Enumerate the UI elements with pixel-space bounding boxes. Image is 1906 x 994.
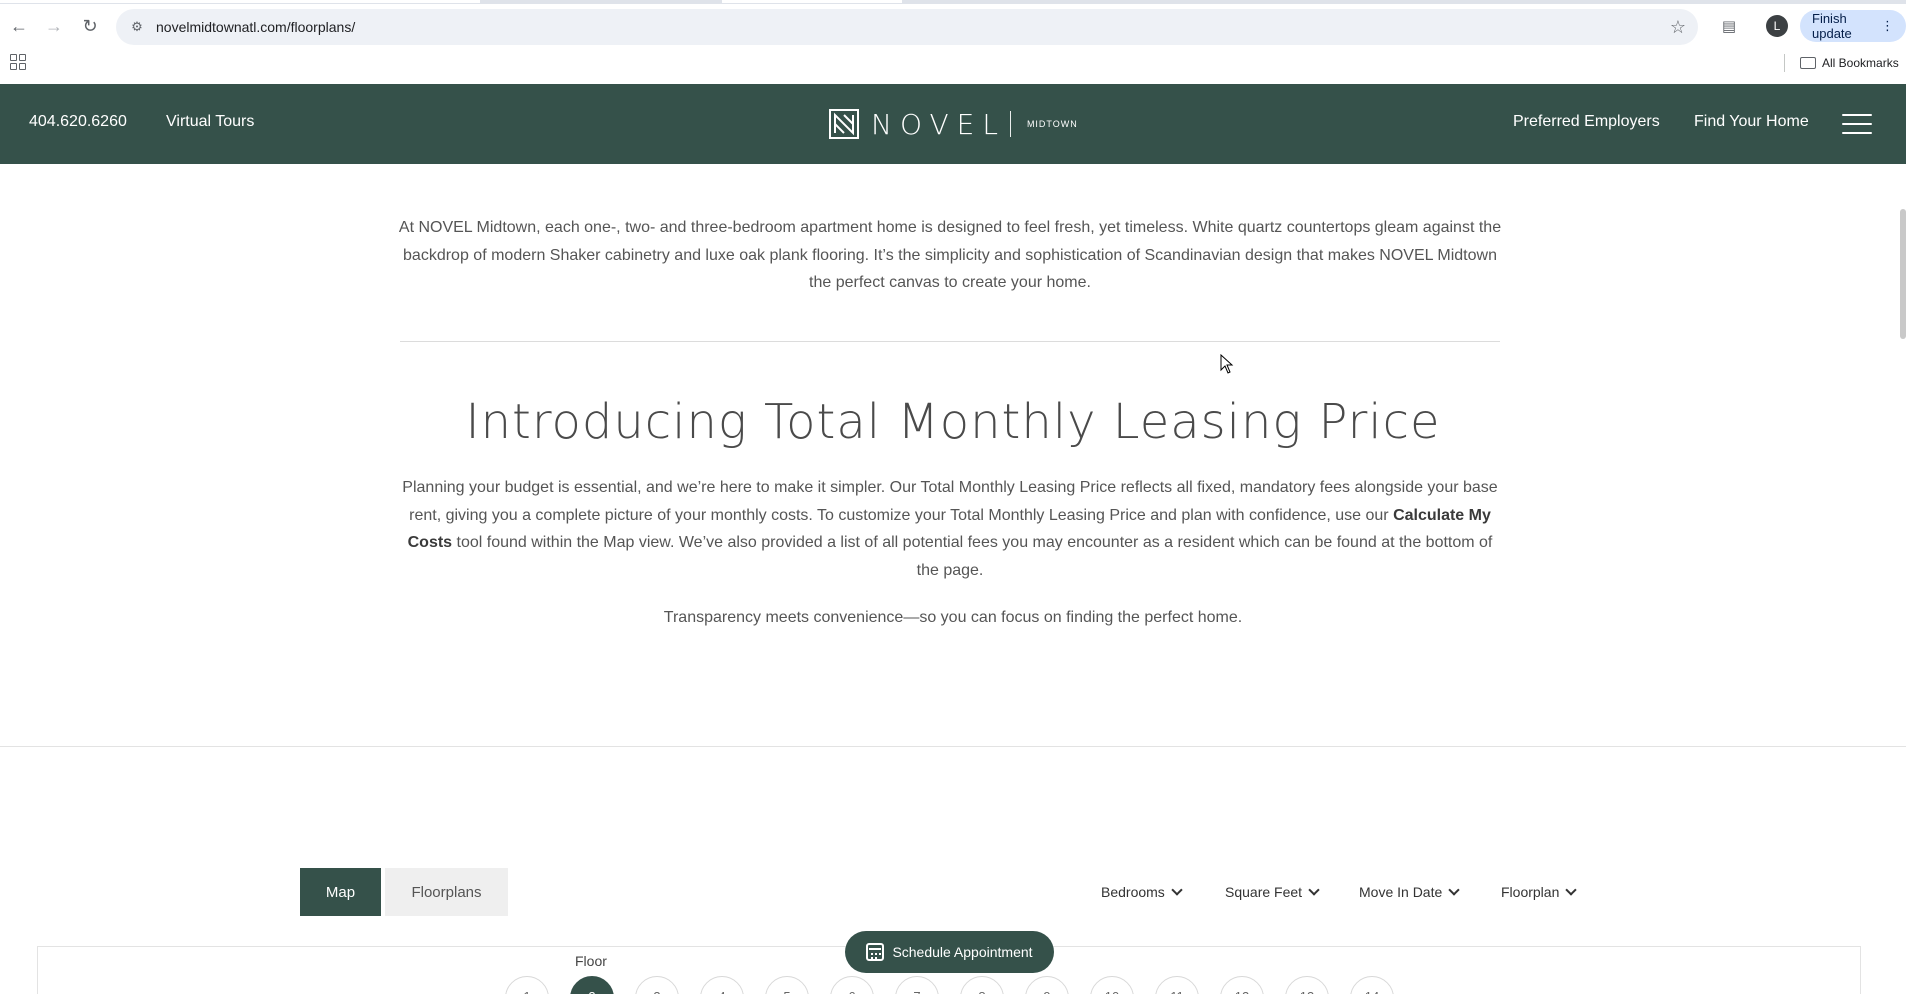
page-heading: Introducing Total Monthly Leasing Price — [465, 394, 1441, 450]
move-in-date-label: Move In Date — [1359, 884, 1443, 900]
back-icon[interactable]: ← — [2, 6, 36, 46]
cast-icon[interactable]: ▤ — [1712, 9, 1746, 43]
url-text[interactable]: novelmidtownatl.com/floorplans/ — [156, 19, 355, 35]
logo-subtitle: MIDTOWN — [1026, 119, 1078, 129]
avatar: L — [1766, 15, 1788, 37]
bookmarks-divider — [1784, 54, 1785, 72]
bedrooms-label: Bedrooms — [1101, 884, 1165, 900]
address-bar[interactable]: ⚙ novelmidtownatl.com/floorplans/ ☆ — [116, 9, 1698, 45]
finish-update-label: Finish update — [1812, 11, 1852, 41]
site-info-icon[interactable]: ⚙ — [128, 18, 146, 36]
finish-update-button[interactable]: Finish update ⋮ — [1800, 10, 1906, 42]
mouse-cursor-icon — [1220, 354, 1234, 374]
bookmarks-bar: All Bookmarks — [0, 48, 1906, 78]
section-divider-full — [0, 746, 1906, 747]
chevron-down-icon — [1308, 884, 1320, 896]
floorplan-label: Floorplan — [1501, 884, 1560, 900]
site-logo[interactable]: NOVEL MIDTOWN — [829, 107, 1078, 141]
apps-grid-icon[interactable] — [10, 54, 26, 70]
find-your-home-link[interactable]: Find Your Home — [1694, 113, 1809, 131]
bedrooms-filter[interactable]: Bedrooms — [1101, 880, 1183, 904]
browser-chrome: ← → ↻ ⚙ novelmidtownatl.com/floorplans/ … — [0, 0, 1906, 84]
intro-paragraph: At NOVEL Midtown, each one-, two- and th… — [398, 219, 1502, 291]
menu-icon[interactable] — [1842, 114, 1872, 134]
chevron-down-icon — [1448, 884, 1460, 896]
folder-icon — [1800, 57, 1816, 69]
pricing-text-1: Planning your budget is essential, and w… — [402, 479, 1498, 524]
virtual-tours-link[interactable]: Virtual Tours — [166, 113, 254, 131]
more-vert-icon: ⋮ — [1881, 18, 1894, 33]
tab-segment — [722, 0, 902, 3]
schedule-appointment-label: Schedule Appointment — [892, 944, 1033, 960]
logo-wordmark: NOVEL — [871, 107, 1006, 141]
tab-segment — [0, 0, 480, 3]
chevron-down-icon — [1565, 884, 1578, 896]
pricing-text-2: tool found within the Map view. We’ve al… — [452, 534, 1493, 579]
all-bookmarks-label: All Bookmarks — [1822, 56, 1899, 70]
square-feet-filter[interactable]: Square Feet — [1225, 880, 1320, 904]
phone-link[interactable]: 404.620.6260 — [29, 113, 127, 131]
section-divider — [400, 341, 1500, 342]
site-header: 404.620.6260 Virtual Tours NOVEL MIDTOWN… — [0, 84, 1906, 164]
calendar-icon — [866, 943, 885, 961]
schedule-appointment-button[interactable]: Schedule Appointment — [845, 931, 1054, 973]
chevron-down-icon — [1171, 884, 1183, 896]
forward-icon[interactable]: → — [37, 6, 71, 46]
move-in-date-filter[interactable]: Move In Date — [1359, 880, 1460, 904]
all-bookmarks-button[interactable]: All Bookmarks — [1800, 52, 1899, 74]
square-feet-label: Square Feet — [1225, 884, 1303, 900]
page-scrollbar[interactable] — [1900, 209, 1906, 339]
logo-divider — [1009, 111, 1011, 137]
pricing-paragraph: Planning your budget is essential, and w… — [398, 474, 1502, 584]
preferred-employers-link[interactable]: Preferred Employers — [1513, 113, 1660, 131]
floorplan-filter[interactable]: Floorplan — [1501, 880, 1578, 904]
novel-logo-icon — [829, 109, 859, 139]
profile-avatar[interactable]: L — [1760, 9, 1794, 43]
tab-floorplans[interactable]: Floorplans — [385, 868, 508, 916]
tab-strip — [0, 0, 1906, 4]
tab-map[interactable]: Map — [300, 868, 381, 916]
transparency-paragraph: Transparency meets convenience—so you ca… — [663, 609, 1243, 626]
toolbar-icons: ▤ L — [1712, 6, 1794, 46]
address-row: ← → ↻ ⚙ novelmidtownatl.com/floorplans/ … — [0, 6, 1906, 46]
floor-label: Floor — [575, 953, 607, 969]
bookmark-star-icon[interactable]: ☆ — [1670, 17, 1686, 38]
reload-icon[interactable]: ↻ — [73, 6, 107, 46]
